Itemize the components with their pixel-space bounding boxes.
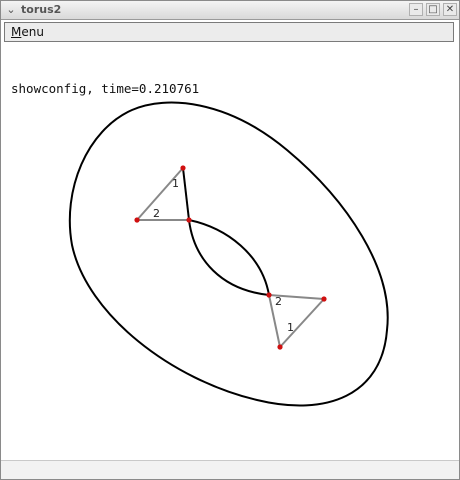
bottom-frame bbox=[1, 460, 459, 479]
title-bar[interactable]: ⌄ torus2 – □ ✕ bbox=[1, 1, 459, 20]
hole-upper-arc bbox=[188, 219, 270, 296]
window-title: torus2 bbox=[21, 3, 62, 16]
segment-label: 2 bbox=[153, 207, 160, 220]
edge-upper-3 bbox=[182, 167, 190, 221]
maximize-icon[interactable]: □ bbox=[426, 3, 440, 16]
vertex[interactable] bbox=[266, 292, 272, 298]
vertex[interactable] bbox=[134, 217, 140, 223]
minimize-icon[interactable]: – bbox=[409, 3, 423, 16]
menu-label-rest: enu bbox=[21, 25, 44, 39]
segment-label: 2 bbox=[275, 295, 282, 308]
menu-mnemonic: M bbox=[11, 25, 22, 39]
vertex[interactable] bbox=[180, 165, 186, 171]
app-window: ⌄ torus2 – □ ✕ Menu showconfig, time=0.2… bbox=[0, 0, 460, 480]
chevron-down-icon[interactable]: ⌄ bbox=[4, 3, 18, 17]
segment-label: 1 bbox=[172, 177, 179, 190]
torus-outline bbox=[68, 101, 389, 407]
drawing-canvas[interactable]: showconfig, time=0.210761 1 2 2 1 bbox=[2, 45, 458, 459]
vertex[interactable] bbox=[186, 217, 192, 223]
hole-lower-arc bbox=[188, 219, 270, 296]
edge-upper-1 bbox=[136, 167, 184, 221]
menu-bar: Menu bbox=[4, 22, 454, 42]
close-icon[interactable]: ✕ bbox=[443, 3, 457, 16]
menu-button[interactable]: Menu bbox=[11, 25, 44, 39]
torus-drawing: 1 2 2 1 bbox=[68, 101, 389, 407]
vertex[interactable] bbox=[277, 344, 283, 350]
vertex[interactable] bbox=[321, 296, 327, 302]
segment-label: 1 bbox=[287, 321, 294, 334]
